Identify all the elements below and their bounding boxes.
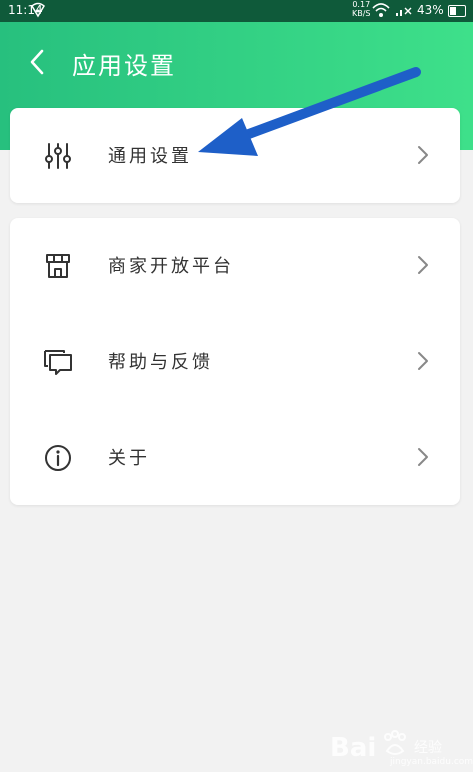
menu-item-label: 关于 [108,448,150,469]
chat-bubbles-icon [44,350,72,375]
watermark-url: jingyan.baidu.com [390,757,473,767]
battery-percent: 43% [417,3,444,17]
signal-icon [396,7,412,16]
back-button[interactable] [22,45,54,79]
menu-item-label: 商家开放平台 [108,256,234,277]
menu-item-about[interactable]: 关于 [10,410,460,505]
battery-icon [448,5,466,17]
watermark-brand: Bai [330,733,377,763]
storefront-icon [46,254,70,278]
title-bar: 应用设置 [0,40,473,86]
chevron-right-icon [418,146,428,164]
speed-unit: KB/S [352,9,371,18]
info-icon [45,445,71,471]
status-bar: 11:14 0.17 KB/S 43% [0,0,473,22]
menu-item-label: 帮助与反馈 [108,352,213,373]
settings-card-more: 商家开放平台 帮助与反馈 关于 [10,218,460,505]
chevron-right-icon [418,256,428,274]
settings-card-general: 通用设置 [10,108,460,203]
watermark: Bai 经验 jingyan.baidu.com [330,725,473,769]
menu-item-general-settings[interactable]: 通用设置 [10,108,460,203]
menu-item-help-feedback[interactable]: 帮助与反馈 [10,314,460,409]
menu-item-label: 通用设置 [108,146,192,167]
sliders-icon [45,143,71,169]
menu-item-merchant-platform[interactable]: 商家开放平台 [10,218,460,313]
speed-value: 0.17 [352,0,371,9]
chevron-right-icon [418,448,428,466]
chevron-left-icon [30,49,44,75]
paw-logo-icon [384,730,406,755]
page-title: 应用设置 [72,52,176,80]
wifi-shield-icon [31,2,45,18]
wifi-icon [372,3,390,17]
watermark-suffix: 经验 [414,740,442,756]
network-speed: 0.17 KB/S [352,0,371,18]
chevron-right-icon [418,352,428,370]
